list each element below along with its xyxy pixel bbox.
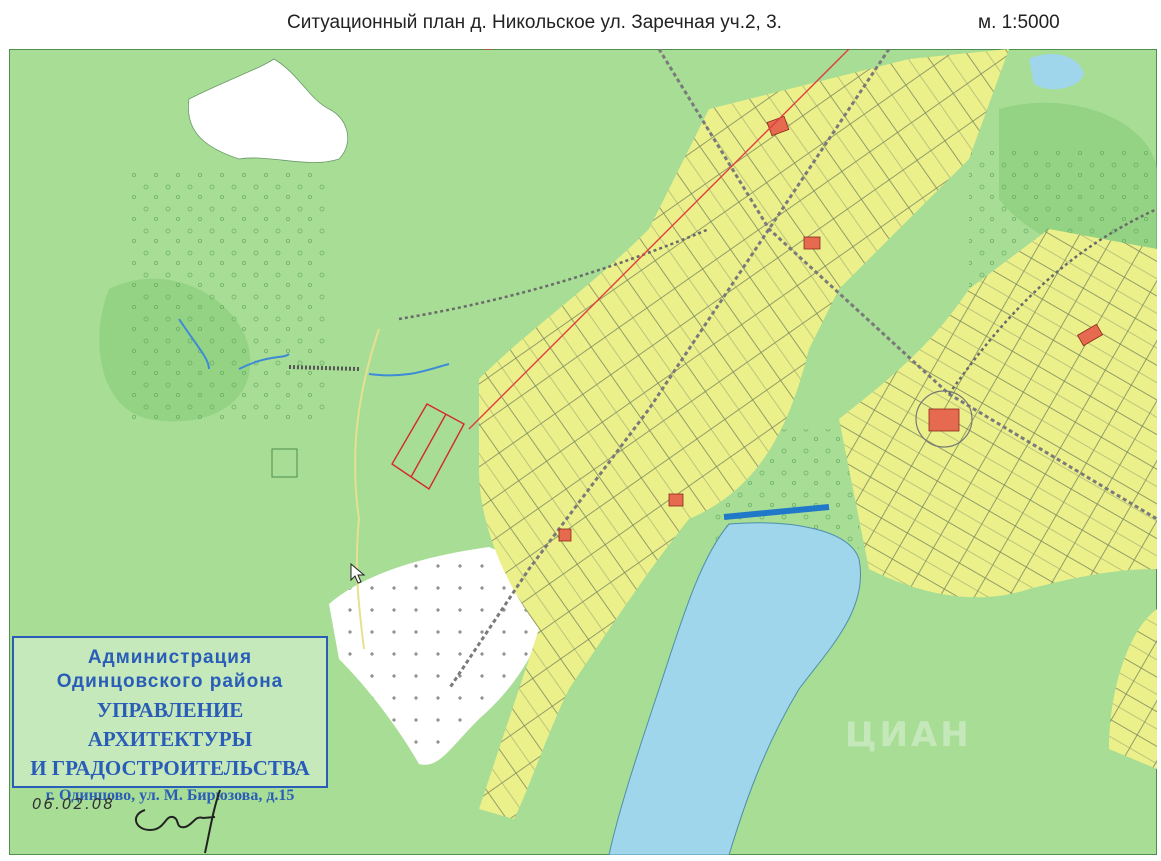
building bbox=[928, 408, 960, 432]
map-scale: м. 1:5000 bbox=[978, 12, 1060, 33]
map-title: Ситуационный план д. Никольское ул. Заре… bbox=[287, 12, 782, 33]
building bbox=[558, 528, 572, 542]
building bbox=[803, 236, 821, 250]
stamp-line-4: И ГРАДОСТРОИТЕЛЬСТВА bbox=[30, 756, 310, 780]
building bbox=[668, 493, 684, 507]
signature-icon bbox=[135, 789, 221, 854]
stamp-line-3: УПРАВЛЕНИЕ АРХИТЕКТУРЫ bbox=[87, 698, 253, 751]
watermark: ЦИАН bbox=[845, 715, 972, 755]
official-stamp: Администрация Одинцовского района УПРАВЛ… bbox=[12, 636, 328, 804]
stamp-line-1: Администрация bbox=[87, 647, 253, 668]
mouse-pointer-icon bbox=[350, 563, 366, 584]
handwritten-date: 06.02.08 bbox=[32, 795, 115, 813]
stamp-line-2: Одинцовского района bbox=[56, 671, 284, 692]
shrub-dots bbox=[129, 169, 329, 419]
